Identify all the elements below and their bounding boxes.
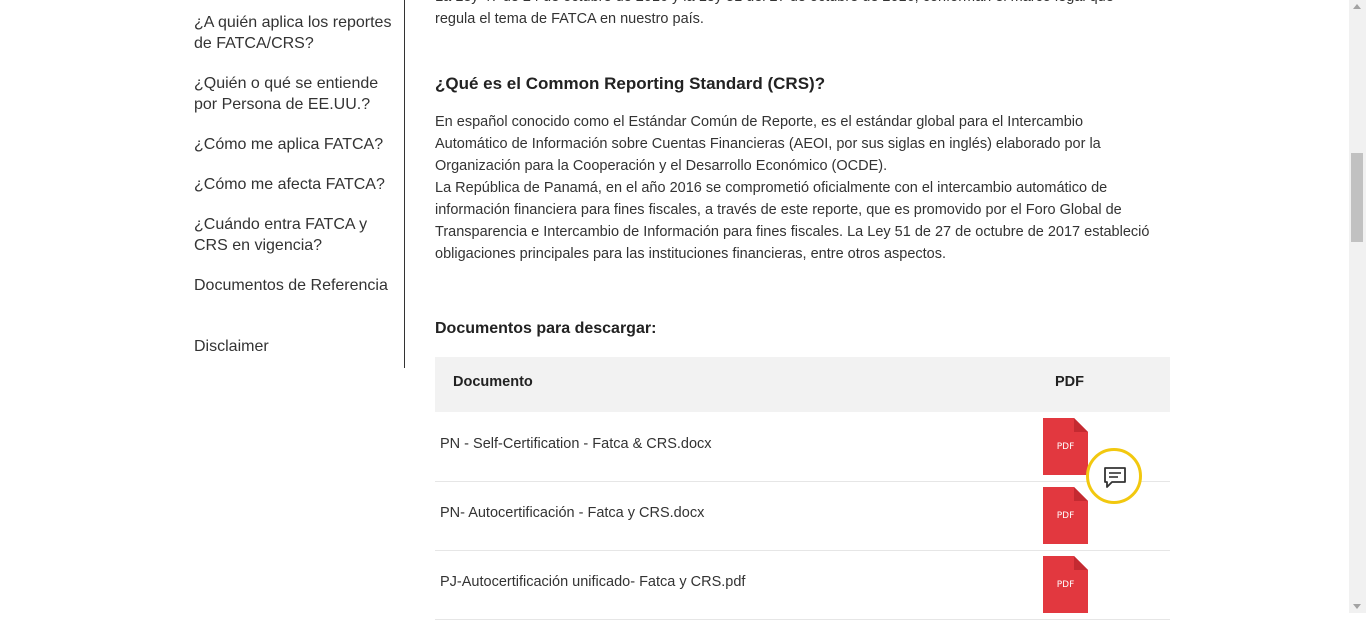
sidebar-item-persona-eeuu[interactable]: ¿Quién o qué se entiende por Persona de …	[194, 73, 394, 115]
pdf-file-icon[interactable]: PDF	[1043, 556, 1088, 613]
pdf-file-icon[interactable]: PDF	[1043, 487, 1088, 544]
table-row: PN- Autocertificación - Fatca y CRS.docx…	[435, 481, 1170, 551]
pdf-icon-label: PDF	[1056, 580, 1075, 590]
pdf-icon-label: PDF	[1056, 511, 1075, 521]
sidebar-item-disclaimer[interactable]: Disclaimer	[194, 336, 394, 357]
table-header: Documento PDF	[435, 357, 1170, 412]
crs-paragraph-2: La República de Panamá, en el año 2016 s…	[435, 180, 1150, 262]
pdf-icon-label: PDF	[1056, 442, 1075, 452]
document-name: PN- Autocertificación - Fatca y CRS.docx	[440, 505, 705, 521]
pdf-file-icon[interactable]: PDF	[1043, 418, 1088, 475]
scrollbar-thumb[interactable]	[1351, 153, 1363, 242]
document-name: PJ-Autocertificación unificado- Fatca y …	[440, 574, 746, 590]
sidebar-item-a-quien-aplica[interactable]: ¿A quién aplica los reportes de FATCA/CR…	[194, 12, 394, 54]
sidebar-item-vigencia[interactable]: ¿Cuándo entra FATCA y CRS en vigencia?	[194, 214, 394, 256]
table-row: PJ-Autocertificación unificado- Fatca y …	[435, 550, 1170, 620]
crs-heading: ¿Qué es el Common Reporting Standard (CR…	[435, 74, 826, 93]
chat-button[interactable]	[1086, 448, 1142, 504]
crs-paragraph-1: En español conocido como el Estándar Com…	[435, 114, 1101, 174]
sidebar-item-como-me-aplica[interactable]: ¿Cómo me aplica FATCA?	[194, 134, 394, 155]
document-name: PN - Self-Certification - Fatca & CRS.do…	[440, 436, 712, 452]
column-header-pdf: PDF	[1055, 374, 1084, 390]
intro-paragraph-end: regula el tema de FATCA en nuestro país.	[435, 11, 704, 27]
downloads-heading: Documentos para descargar:	[435, 320, 657, 337]
table-row: PN - Self-Certification - Fatca & CRS.do…	[435, 412, 1170, 482]
sidebar-divider	[404, 0, 405, 368]
chat-bubble-icon	[1104, 467, 1126, 488]
page-scrollbar[interactable]	[1349, 0, 1366, 613]
sidebar-item-documentos-referencia[interactable]: Documentos de Referencia	[194, 275, 394, 296]
sidebar-item-como-me-afecta[interactable]: ¿Cómo me afecta FATCA?	[194, 174, 394, 195]
scroll-down-arrow-icon[interactable]	[1353, 604, 1361, 609]
intro-paragraph-cut: La Ley 47 de 24 de octubre de 2016 y la …	[435, 0, 1155, 8]
column-header-document: Documento	[453, 374, 533, 390]
scroll-up-arrow-icon[interactable]	[1353, 4, 1361, 9]
